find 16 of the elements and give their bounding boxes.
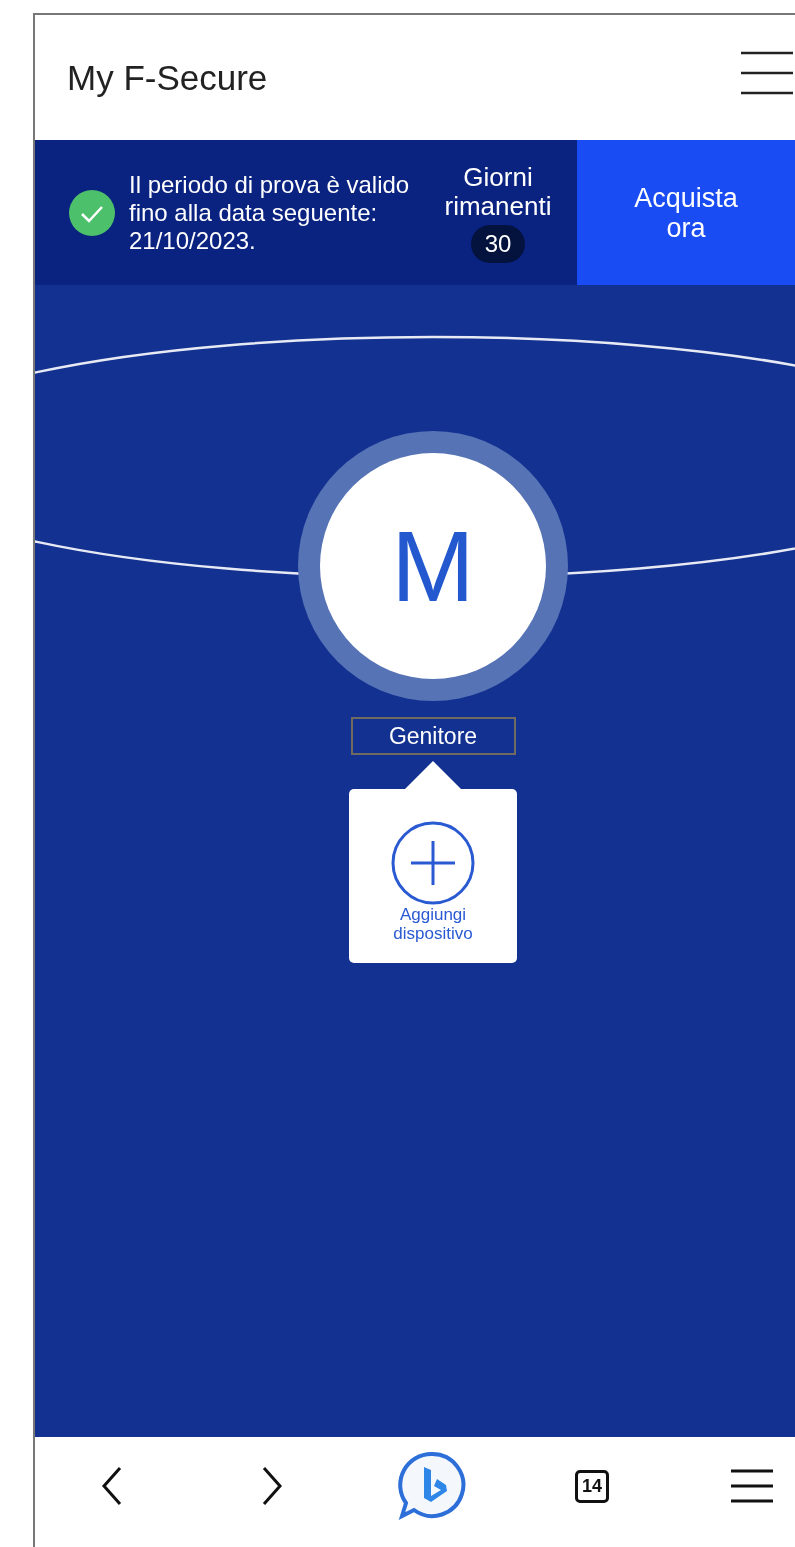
buy-now-button[interactable]: Acquista ora bbox=[577, 140, 795, 285]
app-title: My F-Secure bbox=[67, 57, 268, 98]
profile-label: Genitore bbox=[350, 717, 516, 755]
trial-message: Il periodo di prova è valido fino alla data seguente: 21/10/2023. bbox=[129, 170, 411, 255]
back-icon[interactable] bbox=[100, 1466, 124, 1506]
days-count-badge: 30 bbox=[470, 224, 526, 263]
menu-icon[interactable] bbox=[731, 1469, 773, 1503]
check-icon bbox=[69, 189, 115, 236]
add-device-label: Aggiungi dispositivo bbox=[392, 905, 474, 943]
avatar-initial[interactable]: M bbox=[320, 453, 546, 679]
tab-count-button[interactable]: 14 bbox=[575, 1469, 609, 1503]
forward-icon[interactable] bbox=[260, 1466, 284, 1506]
plus-icon bbox=[391, 821, 475, 905]
chat-bubble-icon[interactable] bbox=[397, 1451, 467, 1521]
days-remaining-label: Giorni rimanenti bbox=[443, 162, 553, 221]
menu-icon[interactable] bbox=[741, 50, 793, 95]
